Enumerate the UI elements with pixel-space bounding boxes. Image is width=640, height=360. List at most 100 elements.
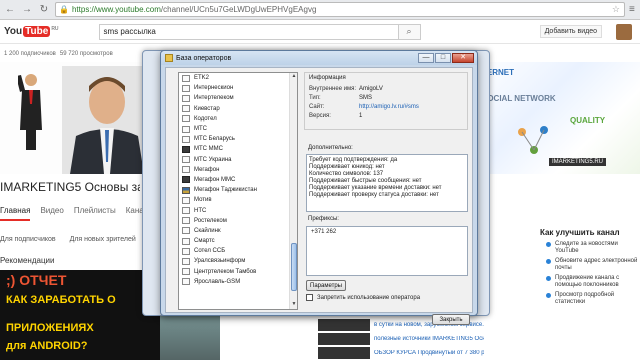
list-item[interactable]: МТС Украина: [179, 155, 297, 165]
bookmark-star-icon[interactable]: ☆: [612, 4, 620, 15]
browser-menu-icon[interactable]: ≡: [629, 4, 635, 15]
operator-name: Интертелеком: [194, 95, 234, 102]
forbid-operator-label: Запретить использование оператора: [317, 294, 421, 301]
list-item[interactable]: Киевстар: [179, 104, 297, 114]
list-item[interactable]: полезные источники IMARKETING5 Основы: [318, 332, 538, 346]
banner-word-quality: QUALITY: [570, 116, 606, 125]
filter-subscribers[interactable]: Для подписчиков: [0, 236, 56, 243]
operator-icon: [182, 166, 190, 174]
operator-name: Центртелеком Тамбов: [194, 268, 257, 275]
operator-icon: [182, 207, 190, 215]
promo-line-1: ;) ОТЧЕТ: [6, 272, 67, 288]
people-network-icon: [518, 126, 548, 154]
list-item[interactable]: Мегафон: [179, 165, 297, 175]
list-item[interactable]: Мегафон ММС: [179, 175, 297, 185]
channel-title: IMARKETING5 Основы зарабо: [0, 180, 140, 194]
url-path: /channel/UCn5u7GeLWDgUwEPHVgEAgvg: [160, 5, 317, 14]
operator-icon: [182, 227, 190, 235]
operators-list[interactable]: ETK2 Интернескион Интертелеком Киевстар Кодо…: [178, 72, 298, 310]
improve-item[interactable]: Обновите адрес электронной почты: [540, 258, 640, 272]
operator-icon: [182, 196, 190, 204]
operator-name: Ростелеком: [194, 217, 227, 224]
improve-item[interactable]: Следите за новостями YouTube: [540, 241, 640, 255]
scroll-up-icon[interactable]: ▲: [290, 73, 297, 81]
operator-icon: [182, 176, 190, 184]
list-item[interactable]: Мотив: [179, 195, 297, 205]
search-icon[interactable]: ⌕: [398, 23, 421, 40]
tab-playlists[interactable]: Плейлисты: [74, 206, 116, 221]
parameters-button[interactable]: Параметры: [306, 280, 346, 291]
operator-icon: [182, 105, 190, 113]
site-label: Сайт:: [309, 103, 325, 110]
list-item[interactable]: Центртелеком Тамбов: [179, 267, 297, 277]
operator-icon: [182, 145, 190, 153]
forbid-operator-checkbox[interactable]: [306, 294, 313, 301]
video-thumbnail: [318, 333, 370, 345]
operator-name: МТС Украина: [194, 156, 232, 163]
scroll-down-icon[interactable]: ▼: [290, 301, 297, 309]
list-item[interactable]: Кодотел: [179, 114, 297, 124]
type-label: Тип:: [309, 94, 321, 101]
search-input[interactable]: sms рассылка: [98, 23, 399, 40]
type-value: SMS: [359, 94, 373, 101]
avatar[interactable]: [616, 24, 632, 40]
improve-channel-title: Как улучшить канал: [540, 228, 620, 237]
reload-icon[interactable]: ↻: [37, 3, 51, 17]
list-item[interactable]: ETK2: [179, 73, 297, 83]
status-dot-icon: [546, 242, 551, 247]
operator-name: Кодотел: [194, 115, 217, 122]
list-item[interactable]: Интертелеком: [179, 93, 297, 103]
banner-brand: IMARKETING5.RU: [549, 158, 607, 166]
operator-icon: [182, 135, 190, 143]
operator-icon: [182, 125, 190, 133]
video-list: в сутки на новом, зарубежном сервисе. по…: [318, 318, 538, 360]
list-item[interactable]: Ярославль-GSM: [179, 277, 297, 287]
list-item[interactable]: Ростелеком: [179, 216, 297, 226]
promo-line-4: для ANDROID?: [6, 340, 88, 352]
improve-item[interactable]: Продвижение канала с помощью поклонников: [540, 275, 640, 289]
list-item[interactable]: Мегафон Таджикистан: [179, 185, 297, 195]
filter-new-viewers[interactable]: Для новых зрителей: [70, 236, 136, 243]
address-bar[interactable]: 🔒 https:// www.youtube.com /channel/UCn5…: [55, 2, 625, 17]
operator-name: Мегафон: [194, 166, 220, 173]
video-title: полезные источники IMARKETING5 Основы: [374, 336, 484, 342]
list-item[interactable]: Сотел ССБ: [179, 246, 297, 256]
list-item[interactable]: МТС Беларусь: [179, 134, 297, 144]
scrollbar[interactable]: ▲ ▼: [289, 73, 297, 309]
maximize-button[interactable]: □: [435, 53, 451, 63]
improve-channel-panel: Как улучшить канал Следите за новостями …: [540, 228, 640, 360]
list-item[interactable]: МТС: [179, 124, 297, 134]
list-item[interactable]: Уралсвязьинформ: [179, 256, 297, 266]
tab-home[interactable]: Главная: [0, 206, 31, 221]
operator-icon: [182, 257, 190, 265]
list-item[interactable]: Смартс: [179, 236, 297, 246]
close-icon[interactable]: ✕: [452, 53, 474, 63]
back-icon[interactable]: ←: [3, 3, 17, 17]
list-item[interactable]: ОБЗОР КУРСА Продвинутый от 7 380 рублей: [318, 346, 538, 360]
video-thumbnail: [318, 347, 370, 359]
forbid-operator-checkbox-row[interactable]: Запретить использование оператора: [306, 294, 420, 301]
operators-dialog: База операторов — □ ✕ ETK2 Интернескион Ин…: [160, 50, 478, 325]
list-item[interactable]: Интернескион: [179, 83, 297, 93]
list-item[interactable]: в сутки на новом, зарубежном сервисе.: [318, 318, 538, 332]
youtube-logo[interactable]: You Tube RU: [4, 26, 59, 37]
minimize-button[interactable]: —: [418, 53, 434, 63]
list-item[interactable]: НТС: [179, 205, 297, 215]
url-scheme: https://: [71, 5, 96, 14]
prefix-textbox[interactable]: +371 262: [306, 226, 468, 276]
operator-icon: [182, 278, 190, 286]
close-button[interactable]: Закрыть: [432, 314, 470, 325]
forward-icon[interactable]: →: [20, 3, 34, 17]
url-host: www.youtube.com: [95, 5, 161, 14]
channel-tabs: Главная Видео Плейлисты Канал: [0, 206, 148, 221]
tab-videos[interactable]: Видео: [40, 206, 63, 221]
add-video-button[interactable]: Добавить видео: [539, 25, 602, 38]
extra-textbox[interactable]: Требует код подтверждения: да Поддержива…: [306, 154, 468, 212]
improve-item[interactable]: Просмотр подробной статистики: [540, 292, 640, 306]
dialog-titlebar[interactable]: База операторов — □ ✕: [161, 51, 477, 65]
site-link[interactable]: http://amigo.lv.ru/#sms: [359, 104, 419, 110]
list-item[interactable]: МТС ММС: [179, 144, 297, 154]
list-item[interactable]: Скайлинк: [179, 226, 297, 236]
scroll-thumb[interactable]: [291, 243, 297, 291]
operator-name: Киевстар: [194, 105, 220, 112]
